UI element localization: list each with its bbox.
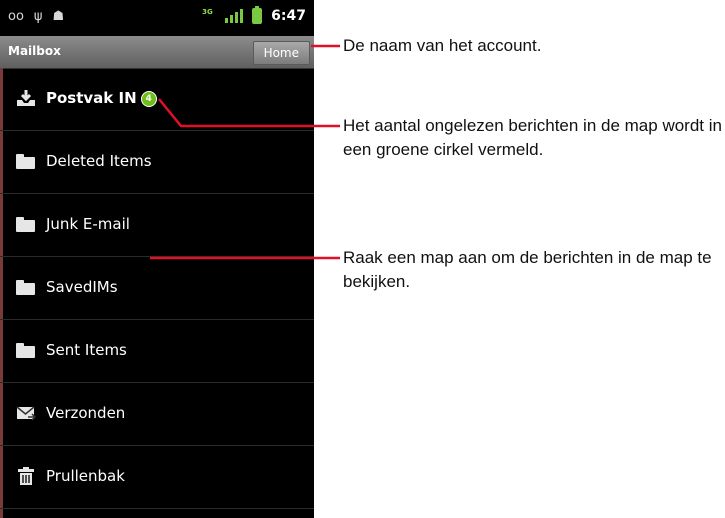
folder-label: Postvak IN: [46, 89, 137, 107]
folder-label: SavedIMs: [46, 278, 118, 296]
folder-icon: [16, 278, 36, 296]
folder-label: Junk E-mail: [46, 215, 130, 233]
folder-item-sent-items[interactable]: Sent Items: [0, 320, 314, 383]
folder-label: Deleted Items: [46, 152, 152, 170]
usb-icon: ψ: [33, 9, 43, 24]
folder-item-junk-email[interactable]: Junk E-mail: [0, 194, 314, 257]
trash-icon: [18, 467, 34, 485]
annotation-unread: Het aantal ongelezen berichten in de map…: [343, 116, 722, 159]
phone-screen: oo ψ ☗ 6:47 Mailbox Home Postvak IN4 Del…: [0, 0, 314, 518]
folder-icon: [16, 341, 36, 359]
title-bar: Mailbox Home: [0, 36, 314, 69]
status-time: 6:47: [271, 8, 306, 24]
status-bar: oo ψ ☗ 6:47: [0, 0, 314, 36]
inbox-download-icon: [17, 90, 35, 106]
folder-icon: [16, 152, 36, 170]
page-title: Mailbox: [8, 44, 61, 58]
folder-item-deleted-items[interactable]: Deleted Items: [0, 131, 314, 194]
folder-label: Prullenbak: [46, 467, 125, 485]
battery-icon: [252, 6, 263, 24]
folder-item-verzonden[interactable]: Verzonden: [0, 383, 314, 446]
sent-mail-icon: [16, 406, 36, 421]
folder-label: Sent Items: [46, 341, 127, 359]
folder-item-prullenbak[interactable]: Prullenbak: [0, 446, 314, 509]
folder-item-savedims[interactable]: SavedIMs: [0, 257, 314, 320]
folder-icon: [16, 215, 36, 233]
home-button[interactable]: Home: [252, 41, 310, 65]
folder-list: Postvak IN 4 Deleted Items Junk E-mail Sa…: [0, 68, 314, 518]
annotation-touch: Raak een map aan om de berichten in de m…: [343, 248, 712, 291]
voicemail-icon: oo: [8, 9, 24, 24]
folder-label: Verzonden: [46, 404, 126, 422]
android-debug-icon: ☗: [52, 9, 65, 24]
annotation-account: De naam van het account.: [343, 36, 542, 55]
3g-data-icon: [202, 8, 216, 24]
folder-item-postvak-in[interactable]: Postvak IN 4: [0, 68, 314, 131]
signal-icon: [225, 9, 244, 23]
unread-count-badge: 4: [140, 91, 157, 107]
